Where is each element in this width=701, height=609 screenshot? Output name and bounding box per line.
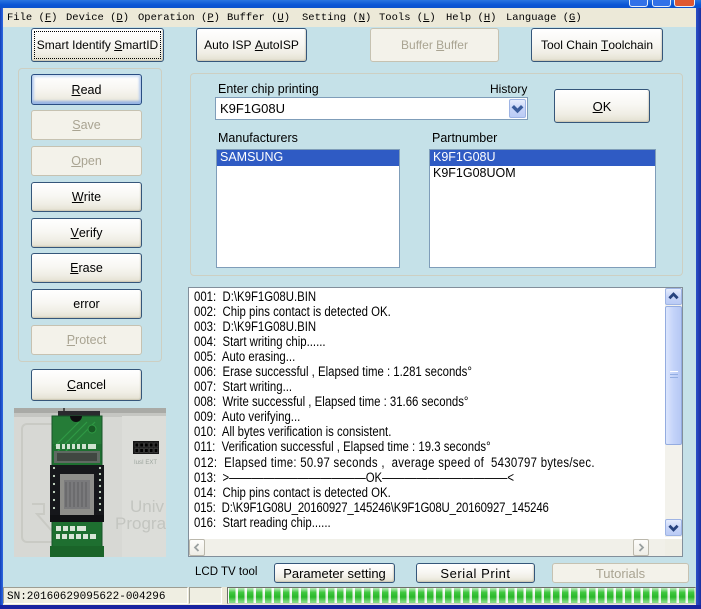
svg-text:IusI EXT: IusI EXT: [134, 460, 157, 466]
svg-text:Progra: Progra: [115, 514, 166, 533]
